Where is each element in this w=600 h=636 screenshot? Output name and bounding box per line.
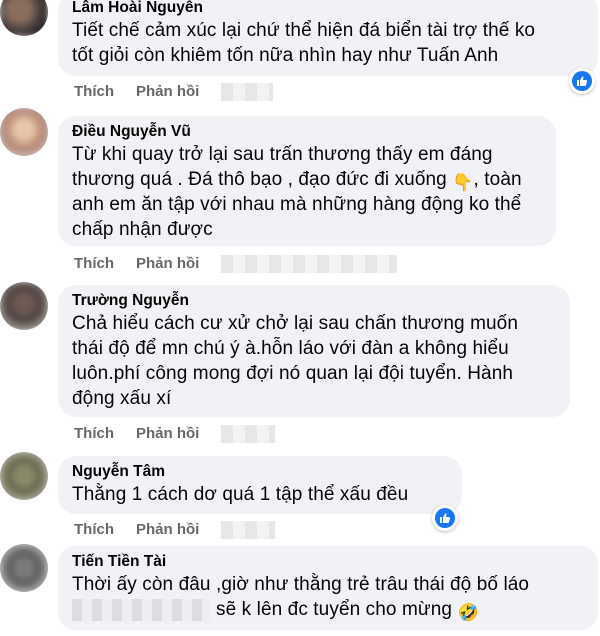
like-reaction-badge[interactable] — [432, 505, 458, 531]
avatar[interactable] — [0, 108, 48, 156]
comment-actions: Thích Phản hồi — [74, 83, 274, 102]
reply-link[interactable]: Phản hồi — [136, 425, 199, 443]
comment-bubble: Trường Nguyễn Chả hiểu cách cư xử chở lạ… — [58, 285, 570, 417]
comment-text: thái độ để mn chú ý à.hỗn láo với đàn a … — [72, 338, 509, 359]
comment-text: Thời ấy còn đâu ,giờ như thằng trẻ trâu … — [72, 574, 530, 595]
comment-text: anh em ăn tập với nhau mà những hàng độn… — [72, 194, 522, 215]
reply-link[interactable]: Phản hồi — [136, 255, 199, 273]
finger-down-emoji-icon: 👇 — [452, 173, 474, 192]
comment-actions: Thích Phản hồi — [74, 255, 398, 274]
comment-bubble: Điều Nguyễn Vũ Từ khi quay trở lại sau t… — [58, 116, 556, 246]
blurred-timestamp — [221, 425, 276, 444]
comment-author[interactable]: Điều Nguyễn Vũ — [72, 122, 542, 142]
avatar[interactable] — [0, 452, 48, 500]
like-link[interactable]: Thích — [74, 83, 114, 101]
blurred-text — [72, 598, 210, 621]
comment-text: thương quá . Đá thô bạo , đạo đức đi xuố… — [72, 169, 522, 192]
comment-actions: Thích Phản hồi — [74, 521, 276, 540]
comment-text: Tiết chế cảm xúc lại chứ thể hiện đá biể… — [72, 20, 536, 41]
like-icon — [572, 71, 592, 91]
comment-text: sẽ k lên đc tuyển cho mừng 🤣 — [72, 597, 584, 622]
like-icon — [435, 508, 455, 528]
comment-text: Thằng 1 cách dơ quá 1 tập thể xấu đều — [72, 484, 409, 505]
comment-actions: Thích Phản hồi — [74, 425, 276, 444]
comment-author[interactable]: Lâm Hoài Nguyễn — [72, 0, 584, 18]
comment-text: Chả hiểu cách cư xử chở lại sau chấn thư… — [72, 313, 518, 334]
comment-bubble: Tiến Tiền Tài Thời ấy còn đâu ,giờ như t… — [58, 546, 598, 630]
comment-bubble: Nguyễn Tâm Thằng 1 cách dơ quá 1 tập thể… — [58, 456, 462, 514]
avatar[interactable] — [0, 0, 48, 36]
reply-link[interactable]: Phản hồi — [136, 521, 199, 539]
comment-text: tốt giỏi còn khiêm tốn nữa nhìn hay như … — [72, 45, 499, 66]
like-link[interactable]: Thích — [74, 521, 114, 539]
comment-text: Từ khi quay trở lại sau trấn thương thấy… — [72, 144, 493, 165]
comment-author[interactable]: Nguyễn Tâm — [72, 462, 448, 482]
rofl-emoji-icon: 🤣 — [457, 603, 479, 622]
like-link[interactable]: Thích — [74, 255, 114, 273]
blurred-timestamp — [221, 521, 276, 540]
comment-author[interactable]: Trường Nguyễn — [72, 291, 556, 311]
avatar[interactable] — [0, 544, 48, 592]
blurred-timestamp — [221, 255, 398, 274]
comment-text: luôn.phí công mong đợi nó quan lại đội t… — [72, 363, 514, 384]
like-reaction-badge[interactable] — [569, 68, 595, 94]
reply-link[interactable]: Phản hồi — [136, 83, 199, 101]
blurred-timestamp — [221, 83, 274, 102]
like-link[interactable]: Thích — [74, 425, 114, 443]
comment-text: chấp nhận được — [72, 219, 213, 240]
avatar[interactable] — [0, 282, 48, 330]
comment-author[interactable]: Tiến Tiền Tài — [72, 552, 584, 572]
comment-bubble: Lâm Hoài Nguyễn Tiết chế cảm xúc lại chứ… — [58, 0, 598, 76]
comment-text: động xấu xí — [72, 388, 172, 409]
